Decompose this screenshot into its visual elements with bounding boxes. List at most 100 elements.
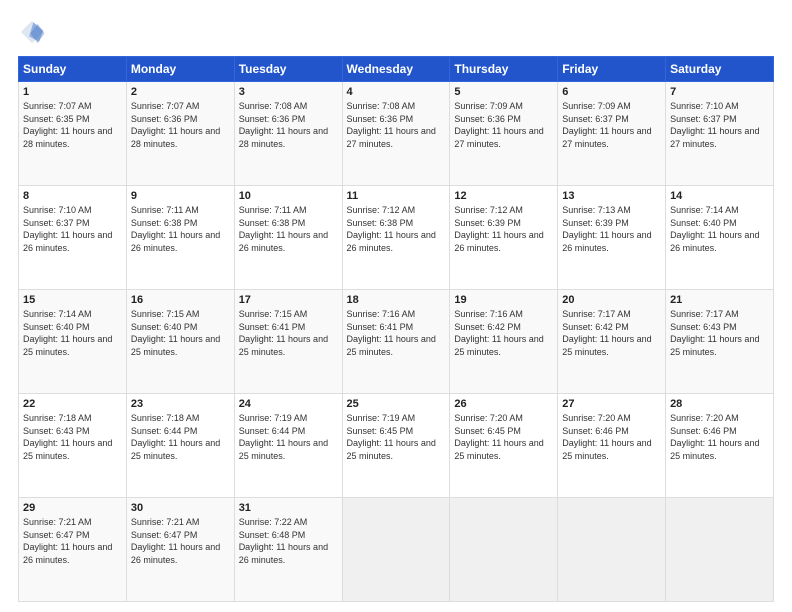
day-info: Sunrise: 7:12 AMSunset: 6:39 PMDaylight:… <box>454 205 543 253</box>
day-header-friday: Friday <box>558 57 666 82</box>
day-number: 23 <box>131 398 230 410</box>
day-number: 16 <box>131 294 230 306</box>
day-number: 6 <box>562 86 661 98</box>
day-number: 25 <box>347 398 446 410</box>
calendar-header: SundayMondayTuesdayWednesdayThursdayFrid… <box>19 57 774 82</box>
day-info: Sunrise: 7:15 AMSunset: 6:40 PMDaylight:… <box>131 309 220 357</box>
day-info: Sunrise: 7:14 AMSunset: 6:40 PMDaylight:… <box>23 309 112 357</box>
day-number: 12 <box>454 190 553 202</box>
day-info: Sunrise: 7:10 AMSunset: 6:37 PMDaylight:… <box>670 101 759 149</box>
day-number: 30 <box>131 502 230 514</box>
day-info: Sunrise: 7:07 AMSunset: 6:35 PMDaylight:… <box>23 101 112 149</box>
day-info: Sunrise: 7:07 AMSunset: 6:36 PMDaylight:… <box>131 101 220 149</box>
day-header-sunday: Sunday <box>19 57 127 82</box>
week-row-5: 29 Sunrise: 7:21 AMSunset: 6:47 PMDaylig… <box>19 498 774 602</box>
day-cell: 9 Sunrise: 7:11 AMSunset: 6:38 PMDayligh… <box>126 186 234 290</box>
day-info: Sunrise: 7:11 AMSunset: 6:38 PMDaylight:… <box>239 205 328 253</box>
day-cell: 29 Sunrise: 7:21 AMSunset: 6:47 PMDaylig… <box>19 498 127 602</box>
header <box>18 18 774 46</box>
day-cell: 17 Sunrise: 7:15 AMSunset: 6:41 PMDaylig… <box>234 290 342 394</box>
day-info: Sunrise: 7:09 AMSunset: 6:37 PMDaylight:… <box>562 101 651 149</box>
day-header-monday: Monday <box>126 57 234 82</box>
day-info: Sunrise: 7:17 AMSunset: 6:42 PMDaylight:… <box>562 309 651 357</box>
logo <box>18 18 50 46</box>
day-info: Sunrise: 7:14 AMSunset: 6:40 PMDaylight:… <box>670 205 759 253</box>
day-cell: 14 Sunrise: 7:14 AMSunset: 6:40 PMDaylig… <box>666 186 774 290</box>
day-info: Sunrise: 7:16 AMSunset: 6:42 PMDaylight:… <box>454 309 543 357</box>
day-cell: 7 Sunrise: 7:10 AMSunset: 6:37 PMDayligh… <box>666 82 774 186</box>
day-number: 19 <box>454 294 553 306</box>
day-cell <box>450 498 558 602</box>
day-cell: 5 Sunrise: 7:09 AMSunset: 6:36 PMDayligh… <box>450 82 558 186</box>
day-cell: 12 Sunrise: 7:12 AMSunset: 6:39 PMDaylig… <box>450 186 558 290</box>
day-number: 20 <box>562 294 661 306</box>
day-cell: 23 Sunrise: 7:18 AMSunset: 6:44 PMDaylig… <box>126 394 234 498</box>
day-cell: 19 Sunrise: 7:16 AMSunset: 6:42 PMDaylig… <box>450 290 558 394</box>
day-header-saturday: Saturday <box>666 57 774 82</box>
day-info: Sunrise: 7:17 AMSunset: 6:43 PMDaylight:… <box>670 309 759 357</box>
day-info: Sunrise: 7:20 AMSunset: 6:45 PMDaylight:… <box>454 413 543 461</box>
day-number: 31 <box>239 502 338 514</box>
day-info: Sunrise: 7:21 AMSunset: 6:47 PMDaylight:… <box>23 517 112 565</box>
day-cell: 24 Sunrise: 7:19 AMSunset: 6:44 PMDaylig… <box>234 394 342 498</box>
day-cell: 26 Sunrise: 7:20 AMSunset: 6:45 PMDaylig… <box>450 394 558 498</box>
day-info: Sunrise: 7:16 AMSunset: 6:41 PMDaylight:… <box>347 309 436 357</box>
day-cell <box>666 498 774 602</box>
day-number: 28 <box>670 398 769 410</box>
day-cell <box>558 498 666 602</box>
day-cell: 27 Sunrise: 7:20 AMSunset: 6:46 PMDaylig… <box>558 394 666 498</box>
day-number: 22 <box>23 398 122 410</box>
week-row-4: 22 Sunrise: 7:18 AMSunset: 6:43 PMDaylig… <box>19 394 774 498</box>
days-header-row: SundayMondayTuesdayWednesdayThursdayFrid… <box>19 57 774 82</box>
day-info: Sunrise: 7:19 AMSunset: 6:44 PMDaylight:… <box>239 413 328 461</box>
day-cell: 22 Sunrise: 7:18 AMSunset: 6:43 PMDaylig… <box>19 394 127 498</box>
day-number: 4 <box>347 86 446 98</box>
day-info: Sunrise: 7:10 AMSunset: 6:37 PMDaylight:… <box>23 205 112 253</box>
day-number: 21 <box>670 294 769 306</box>
day-info: Sunrise: 7:08 AMSunset: 6:36 PMDaylight:… <box>347 101 436 149</box>
day-info: Sunrise: 7:12 AMSunset: 6:38 PMDaylight:… <box>347 205 436 253</box>
day-header-tuesday: Tuesday <box>234 57 342 82</box>
day-info: Sunrise: 7:18 AMSunset: 6:43 PMDaylight:… <box>23 413 112 461</box>
day-cell: 10 Sunrise: 7:11 AMSunset: 6:38 PMDaylig… <box>234 186 342 290</box>
day-number: 15 <box>23 294 122 306</box>
day-cell: 11 Sunrise: 7:12 AMSunset: 6:38 PMDaylig… <box>342 186 450 290</box>
day-cell: 2 Sunrise: 7:07 AMSunset: 6:36 PMDayligh… <box>126 82 234 186</box>
week-row-3: 15 Sunrise: 7:14 AMSunset: 6:40 PMDaylig… <box>19 290 774 394</box>
day-number: 5 <box>454 86 553 98</box>
day-info: Sunrise: 7:11 AMSunset: 6:38 PMDaylight:… <box>131 205 220 253</box>
day-number: 11 <box>347 190 446 202</box>
calendar-table: SundayMondayTuesdayWednesdayThursdayFrid… <box>18 56 774 602</box>
day-number: 26 <box>454 398 553 410</box>
day-number: 24 <box>239 398 338 410</box>
day-number: 18 <box>347 294 446 306</box>
day-info: Sunrise: 7:20 AMSunset: 6:46 PMDaylight:… <box>562 413 651 461</box>
day-info: Sunrise: 7:18 AMSunset: 6:44 PMDaylight:… <box>131 413 220 461</box>
day-cell <box>342 498 450 602</box>
page: SundayMondayTuesdayWednesdayThursdayFrid… <box>0 0 792 612</box>
day-header-thursday: Thursday <box>450 57 558 82</box>
day-cell: 18 Sunrise: 7:16 AMSunset: 6:41 PMDaylig… <box>342 290 450 394</box>
day-info: Sunrise: 7:13 AMSunset: 6:39 PMDaylight:… <box>562 205 651 253</box>
day-number: 14 <box>670 190 769 202</box>
week-row-2: 8 Sunrise: 7:10 AMSunset: 6:37 PMDayligh… <box>19 186 774 290</box>
day-info: Sunrise: 7:20 AMSunset: 6:46 PMDaylight:… <box>670 413 759 461</box>
day-cell: 1 Sunrise: 7:07 AMSunset: 6:35 PMDayligh… <box>19 82 127 186</box>
day-cell: 30 Sunrise: 7:21 AMSunset: 6:47 PMDaylig… <box>126 498 234 602</box>
day-cell: 28 Sunrise: 7:20 AMSunset: 6:46 PMDaylig… <box>666 394 774 498</box>
day-number: 29 <box>23 502 122 514</box>
day-cell: 31 Sunrise: 7:22 AMSunset: 6:48 PMDaylig… <box>234 498 342 602</box>
day-header-wednesday: Wednesday <box>342 57 450 82</box>
day-number: 10 <box>239 190 338 202</box>
day-cell: 21 Sunrise: 7:17 AMSunset: 6:43 PMDaylig… <box>666 290 774 394</box>
day-cell: 8 Sunrise: 7:10 AMSunset: 6:37 PMDayligh… <box>19 186 127 290</box>
day-info: Sunrise: 7:19 AMSunset: 6:45 PMDaylight:… <box>347 413 436 461</box>
day-cell: 3 Sunrise: 7:08 AMSunset: 6:36 PMDayligh… <box>234 82 342 186</box>
day-info: Sunrise: 7:15 AMSunset: 6:41 PMDaylight:… <box>239 309 328 357</box>
day-cell: 16 Sunrise: 7:15 AMSunset: 6:40 PMDaylig… <box>126 290 234 394</box>
day-cell: 25 Sunrise: 7:19 AMSunset: 6:45 PMDaylig… <box>342 394 450 498</box>
logo-icon <box>18 18 46 46</box>
day-cell: 13 Sunrise: 7:13 AMSunset: 6:39 PMDaylig… <box>558 186 666 290</box>
day-info: Sunrise: 7:22 AMSunset: 6:48 PMDaylight:… <box>239 517 328 565</box>
day-info: Sunrise: 7:08 AMSunset: 6:36 PMDaylight:… <box>239 101 328 149</box>
